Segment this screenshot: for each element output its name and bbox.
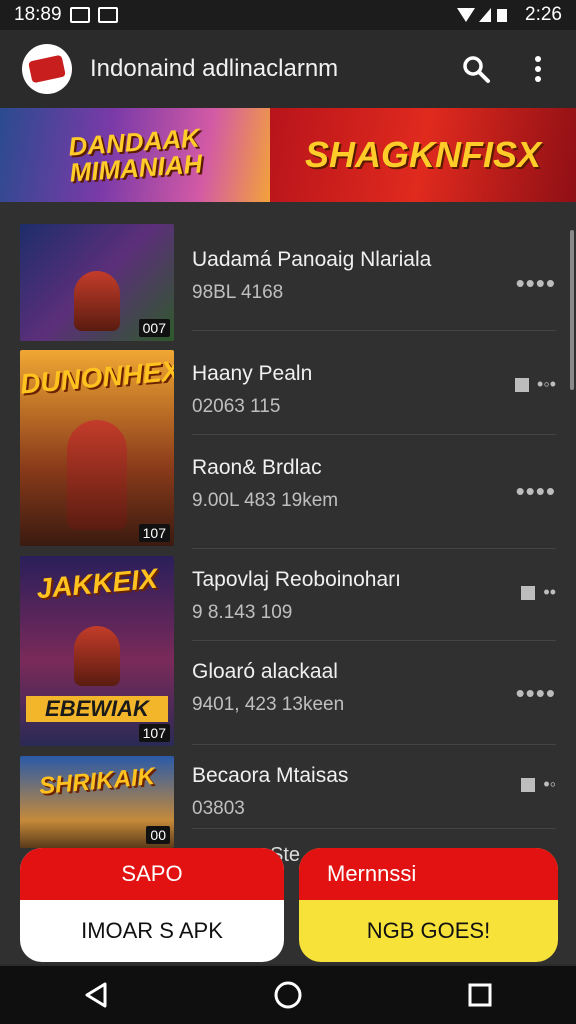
app-bar: Indonaind adlinaclarnm [0,30,576,108]
hero-art [67,420,127,530]
app-logo[interactable] [22,44,72,94]
more-options-icon[interactable]: •◦ [543,774,556,795]
list-item[interactable]: Uadamá Panoaig Nlariala 98BL 4168 [192,248,556,304]
promo-banner[interactable]: DANDAAK MIMANIAH SHAGKNFISX [0,108,576,202]
play-games-button[interactable]: Mernnssi NGB GOES! [299,848,558,962]
navigation-bar [0,966,576,1024]
status-time-left: 18:89 [14,4,62,25]
game-thumbnail[interactable]: SHRIKAIK 00 [20,756,174,848]
more-options-icon[interactable]: •••• [516,270,556,296]
banner-right-text: SHAGKNFISX [304,134,542,175]
item-subtitle: 98BL 4168 [192,282,284,303]
game-thumbnail[interactable]: DUNONHEX 107 [20,350,174,546]
item-actions[interactable]: •• [521,582,556,603]
back-icon[interactable] [71,970,121,1020]
item-title: Raon& Brdlac [192,456,322,479]
more-options-icon[interactable]: •••• [516,478,556,504]
divider [192,744,556,745]
thumbnail-subtitle: EBEWIAK [26,696,168,722]
notification-icon [69,7,90,23]
thumbnail-tag: 00 [146,826,170,844]
item-title: Becaora Mtaisas [192,764,349,787]
square-icon [521,585,536,600]
list-item[interactable]: Becaora Mtaisas 03803 [192,764,556,820]
item-subtitle: 9 8.143 109 [192,602,293,623]
notification-icon-2 [97,7,118,23]
banner-left[interactable]: DANDAAK MIMANIAH [0,108,270,202]
thumbnail-title: SHRIKAIK [37,762,156,801]
divider [192,434,556,435]
item-title: Tapovlaj Reoboinoharı [192,568,401,591]
button-bottom-label: IMOAR S APK [81,918,223,943]
search-icon[interactable] [456,49,496,89]
banner-left-text: DANDAAK MIMANIAH [67,122,204,188]
scrollbar[interactable] [570,230,574,390]
app-title: Indonaind adlinaclarnm [90,55,339,82]
banner-right[interactable]: SHAGKNFISX [270,108,576,202]
list-item[interactable]: Gloaró alackaal 9401, 423 13keen [192,660,556,716]
more-vert-icon[interactable] [518,49,558,89]
item-subtitle: 02063 115 [192,396,281,417]
item-title: Uadamá Panoaig Nlariala [192,248,432,271]
item-actions[interactable]: •◦• [515,374,556,395]
divider [192,548,556,549]
item-title: Haany Pealn [192,362,313,385]
thumbnail-title: DUNONHEX [20,354,174,400]
divider [192,330,556,331]
game-thumbnail[interactable]: 007 [20,224,174,341]
item-actions[interactable]: •◦ [521,774,556,795]
divider [192,828,556,829]
list-item[interactable]: Raon& Brdlac 9.00L 483 19kem [192,456,556,512]
thumbnail-title: JAKKEIX [35,562,159,605]
item-subtitle: 9401, 423 13keen [192,694,345,715]
status-bar: 18:89 2:26 [0,0,576,30]
more-options-icon[interactable]: •◦• [537,374,556,395]
square-icon [521,777,536,792]
more-options-icon[interactable]: •• [543,582,556,603]
status-time-right: 2:26 [525,4,562,25]
item-subtitle: 9.00L 483 19kem [192,490,339,511]
list-item[interactable]: Haany Pealn 02063 115 [192,362,556,418]
download-apk-button[interactable]: SAPO IMOAR S APK [20,848,284,962]
thumbnail-tag: 107 [138,524,170,542]
home-icon[interactable] [263,970,313,1020]
divider [192,640,556,641]
thumbnail-tag: 107 [138,724,170,742]
thumbnail-tag: 007 [138,319,170,337]
button-top-label: Mernnssi [299,848,558,900]
hero-art [74,271,120,331]
game-thumbnail[interactable]: JAKKEIX EBEWIAK 107 [20,556,174,746]
square-icon [515,377,530,392]
button-bottom-label: NGB GOES! [366,918,491,943]
button-top-label: SAPO [20,848,284,900]
more-options-icon[interactable]: •••• [516,680,556,706]
hero-art [74,626,120,686]
signal-battery-icons [457,8,508,22]
recents-icon[interactable] [455,970,505,1020]
list-item[interactable]: Tapovlaj Reoboinoharı 9 8.143 109 [192,568,556,624]
item-title: Gloaró alackaal [192,660,338,683]
item-subtitle: 03803 [192,798,245,819]
